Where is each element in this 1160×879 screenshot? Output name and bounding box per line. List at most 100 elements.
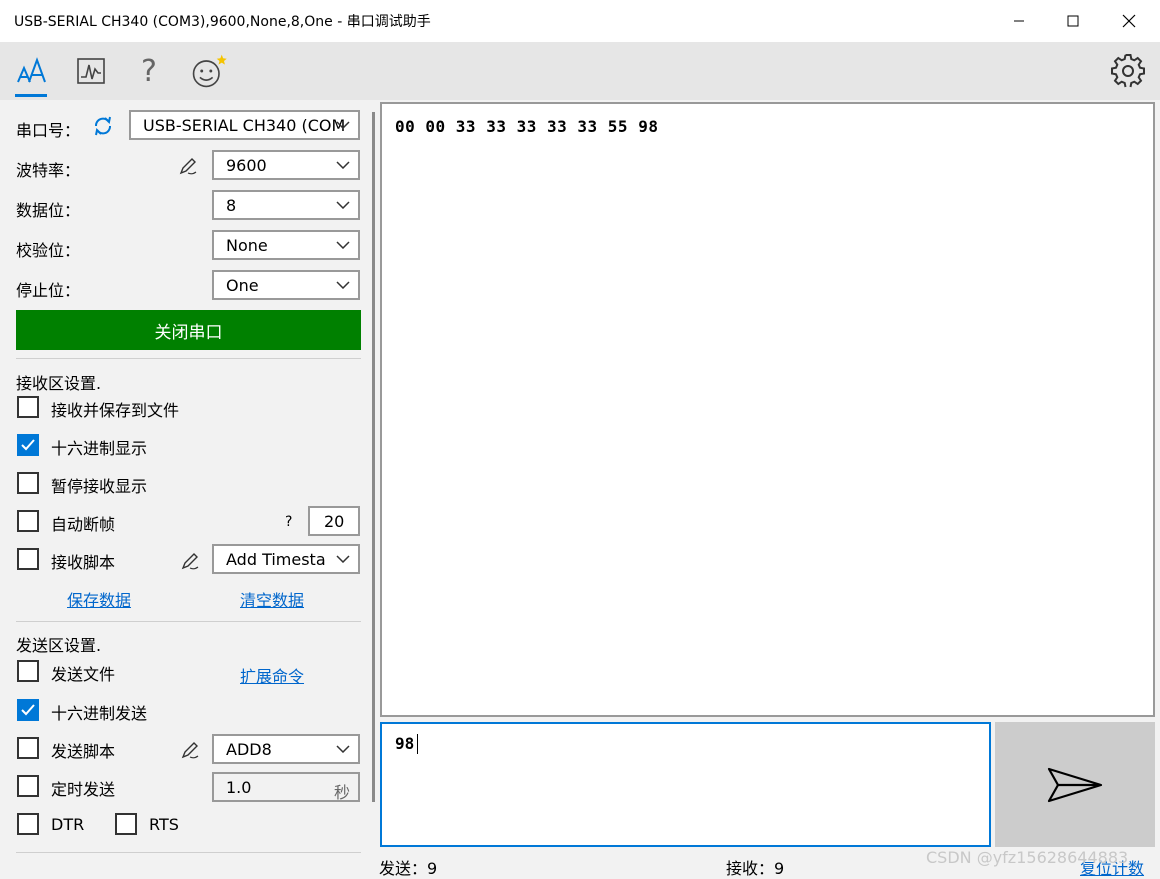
settings-icon xyxy=(1111,54,1145,88)
chevron-down-icon xyxy=(336,121,350,129)
toolbar: ? xyxy=(0,42,1160,100)
save-to-file-label: 接收并保存到文件 xyxy=(51,401,180,420)
chevron-down-icon xyxy=(336,201,350,209)
settings-scrollbar[interactable] xyxy=(372,112,375,802)
send-script-checkbox[interactable] xyxy=(17,737,39,759)
close-window-button[interactable] xyxy=(1106,0,1152,42)
hex-display-label: 十六进制显示 xyxy=(51,439,148,458)
active-tool-indicator xyxy=(15,94,47,97)
chart-icon xyxy=(77,58,105,84)
rts-checkbox[interactable] xyxy=(115,813,137,835)
checkmark-icon xyxy=(21,704,35,716)
auto-frame-input[interactable]: 20 xyxy=(308,506,360,536)
receive-script-label: 接收脚本 xyxy=(51,553,116,572)
timed-send-checkbox[interactable] xyxy=(17,775,39,797)
send-script-value: ADD8 xyxy=(226,740,272,759)
divider xyxy=(16,621,361,622)
send-script-edit-button[interactable] xyxy=(180,740,200,764)
window-title: USB-SERIAL CH340 (COM3),9600,None,8,One … xyxy=(14,14,431,30)
send-script-select[interactable]: ADD8 xyxy=(212,734,360,764)
send-button[interactable] xyxy=(995,722,1155,847)
receive-script-value: Add Timesta xyxy=(226,550,326,569)
baud-label: 波特率： xyxy=(16,161,81,180)
feedback-button[interactable] xyxy=(189,50,229,92)
databits-select[interactable]: 8 xyxy=(212,190,360,220)
receive-script-edit-button[interactable] xyxy=(180,551,200,575)
baud-edit-button[interactable] xyxy=(178,156,198,180)
close-port-button[interactable]: 关闭串口 xyxy=(16,310,361,350)
received-count: 接收：9 xyxy=(726,859,785,878)
dtr-checkbox[interactable] xyxy=(17,813,39,835)
settings-button[interactable] xyxy=(1108,50,1148,92)
databits-label: 数据位： xyxy=(16,201,81,220)
chevron-down-icon xyxy=(336,281,350,289)
send-content: 98 xyxy=(395,734,415,753)
divider xyxy=(16,852,361,853)
close-icon xyxy=(1122,14,1136,28)
send-settings-header: 发送区设置. xyxy=(16,636,102,655)
send-file-label: 发送文件 xyxy=(51,665,116,684)
parity-label: 校验位： xyxy=(16,241,81,260)
pause-display-label: 暂停接收显示 xyxy=(51,477,148,496)
auto-frame-checkbox[interactable] xyxy=(17,510,39,532)
pen-icon xyxy=(179,158,197,175)
parity-select-value: None xyxy=(226,236,268,255)
send-icon xyxy=(1047,767,1103,802)
baud-select[interactable]: 9600 xyxy=(212,150,360,180)
auto-frame-value: 20 xyxy=(324,512,345,531)
chevron-down-icon xyxy=(336,161,350,169)
watermark: CSDN @yfz15628644883 xyxy=(926,848,1129,867)
font-size-button[interactable] xyxy=(11,50,51,92)
timed-send-label: 定时发送 xyxy=(51,780,116,799)
rts-label: RTS xyxy=(149,815,179,834)
title-bar: USB-SERIAL CH340 (COM3),9600,None,8,One … xyxy=(0,0,1160,42)
receive-area[interactable]: 00 00 33 33 33 33 33 55 98 xyxy=(380,102,1155,717)
maximize-icon xyxy=(1067,15,1079,27)
text-cursor xyxy=(417,734,418,754)
pause-display-checkbox[interactable] xyxy=(17,472,39,494)
save-to-file-checkbox[interactable] xyxy=(17,396,39,418)
save-data-link[interactable]: 保存数据 xyxy=(67,587,131,611)
minimize-icon xyxy=(1014,20,1024,22)
checkmark-icon xyxy=(21,439,35,451)
receive-script-checkbox[interactable] xyxy=(17,548,39,570)
clear-data-link[interactable]: 清空数据 xyxy=(240,587,304,611)
extend-commands-link[interactable]: 扩展命令 xyxy=(240,663,304,687)
hex-display-checkbox[interactable] xyxy=(17,434,39,456)
stopbits-select[interactable]: One xyxy=(212,270,360,300)
send-script-label: 发送脚本 xyxy=(51,742,116,761)
chevron-down-icon xyxy=(336,745,350,753)
timed-send-value: 1.0 xyxy=(226,778,252,797)
hex-send-checkbox[interactable] xyxy=(17,699,39,721)
pen-icon xyxy=(181,742,199,759)
chart-button[interactable] xyxy=(71,50,111,92)
sent-count: 发送：9 xyxy=(379,859,438,878)
port-select-value: USB-SERIAL CH340 (COM xyxy=(143,116,346,135)
baud-select-value: 9600 xyxy=(226,156,267,175)
timed-send-interval-input[interactable]: 1.0 秒 xyxy=(212,772,360,802)
stopbits-select-value: One xyxy=(226,276,259,295)
dtr-label: DTR xyxy=(51,815,85,834)
maximize-button[interactable] xyxy=(1050,0,1096,42)
font-size-icon xyxy=(17,57,46,83)
pen-icon xyxy=(181,553,199,570)
receive-settings-header: 接收区设置. xyxy=(16,374,102,393)
refresh-icon xyxy=(95,116,111,136)
divider xyxy=(16,358,361,359)
smiley-icon xyxy=(192,54,227,88)
timed-send-unit: 秒 xyxy=(333,783,350,802)
send-file-checkbox[interactable] xyxy=(17,660,39,682)
settings-panel: 串口号： USB-SERIAL CH340 (COM 波特率： 9600 数据位… xyxy=(0,100,372,879)
databits-select-value: 8 xyxy=(226,196,237,215)
receive-script-select[interactable]: Add Timesta xyxy=(212,544,360,574)
help-button[interactable]: ? xyxy=(129,50,169,92)
help-icon: ? xyxy=(141,53,157,89)
auto-frame-help[interactable]: ? xyxy=(285,514,292,530)
port-select[interactable]: USB-SERIAL CH340 (COM xyxy=(129,110,360,140)
minimize-button[interactable] xyxy=(996,0,1042,42)
send-input[interactable]: 98 xyxy=(380,722,991,847)
chevron-down-icon xyxy=(336,241,350,249)
hex-send-label: 十六进制发送 xyxy=(51,704,148,723)
refresh-ports-button[interactable] xyxy=(92,115,114,141)
parity-select[interactable]: None xyxy=(212,230,360,260)
